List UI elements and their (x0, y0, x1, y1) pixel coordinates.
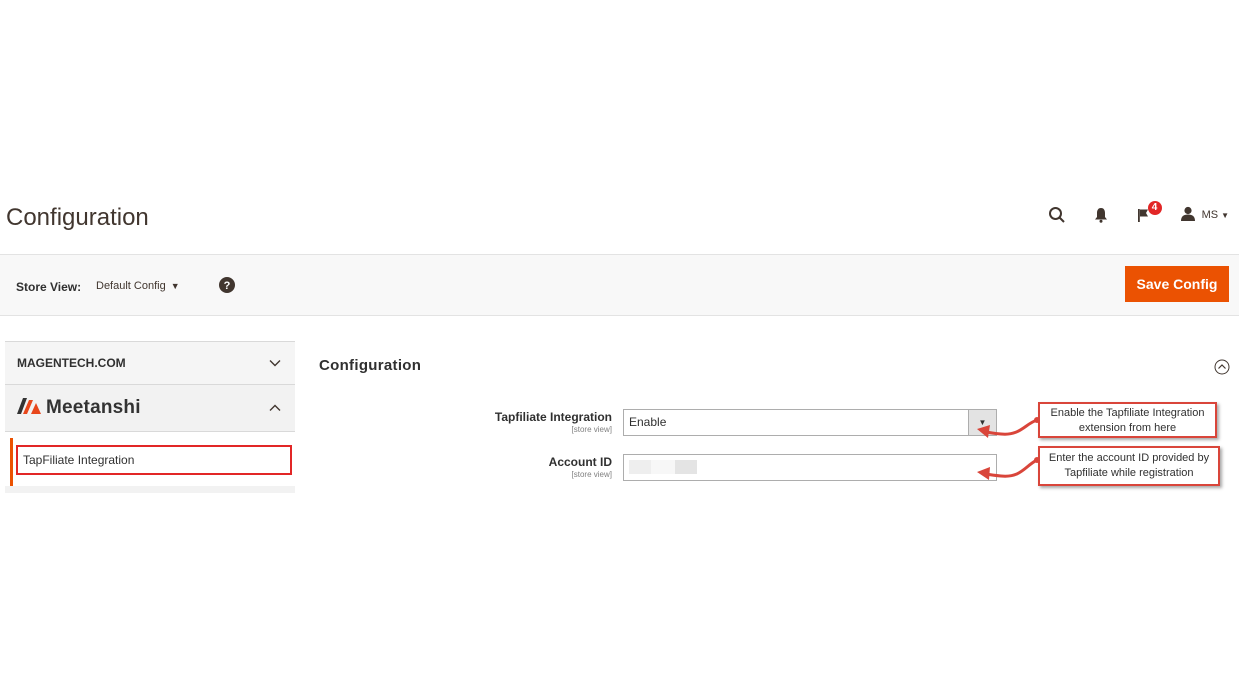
header-actions: 4 MS ▼ (1024, 201, 1229, 226)
save-config-button[interactable]: Save Config (1125, 266, 1229, 302)
redacted-value (629, 460, 697, 474)
account-id-input[interactable] (623, 454, 997, 481)
sidebar-item-tapfiliate-integration[interactable]: TapFiliate Integration (16, 445, 292, 475)
user-name: MS (1201, 209, 1219, 221)
arrow-to-input-icon (977, 457, 1040, 480)
meetanshi-logo-icon (17, 397, 41, 419)
active-indicator (10, 438, 13, 486)
collapse-section-icon[interactable] (1214, 359, 1230, 375)
caret-down-icon: ▼ (170, 281, 180, 291)
sidebar-divider (5, 486, 295, 493)
scope-label: [store view] (571, 470, 612, 479)
help-icon[interactable]: ? (219, 277, 235, 298)
chevron-up-icon (269, 401, 281, 415)
user-menu[interactable]: MS ▼ (1180, 206, 1229, 225)
callout-enable-extension: Enable the Tapfiliate Integration extens… (1038, 402, 1217, 438)
chevron-down-icon: ▼ (1221, 210, 1229, 220)
tapfiliate-integration-label: Tapfiliate Integration [store view] (452, 410, 612, 434)
brand-name: Meetanshi (46, 397, 141, 418)
store-switcher-toolbar: Store View: Default Config ▼ (0, 254, 1239, 316)
section-title: Configuration (319, 357, 422, 374)
sidebar-item-group: TapFiliate Integration (5, 432, 295, 493)
callout-account-id: Enter the account ID provided by Tapfili… (1038, 446, 1220, 486)
page-title: Configuration (6, 204, 149, 231)
chevron-down-icon (269, 356, 281, 370)
arrow-to-select-icon (977, 417, 1040, 438)
flag-icon[interactable]: 4 (1134, 201, 1162, 226)
account-id-label: Account ID [store view] (452, 455, 612, 479)
tapfiliate-integration-select[interactable]: Enable ▼ (623, 409, 997, 436)
store-view-dropdown[interactable]: Default Config ▼ (96, 280, 180, 292)
store-view-label: Store View: (16, 280, 82, 294)
scope-label: [store view] (571, 425, 612, 434)
select-value: Enable (629, 415, 667, 429)
notification-count-badge: 4 (1147, 201, 1162, 215)
search-icon[interactable] (1046, 204, 1068, 226)
svg-text:?: ? (224, 280, 231, 292)
sidebar-tab-label: MAGENTECH.COM (17, 356, 126, 370)
bell-icon[interactable] (1090, 204, 1112, 226)
field-label: Account ID (548, 455, 612, 469)
sidebar-tab-magentech[interactable]: MAGENTECH.COM (5, 341, 295, 385)
user-icon (1180, 206, 1196, 225)
config-sidebar: MAGENTECH.COM Meetanshi TapFiliate Integ… (5, 341, 295, 493)
field-label: Tapfiliate Integration (494, 410, 612, 424)
store-view-value: Default Config (96, 280, 166, 292)
sidebar-tab-meetanshi[interactable]: Meetanshi (5, 385, 295, 432)
